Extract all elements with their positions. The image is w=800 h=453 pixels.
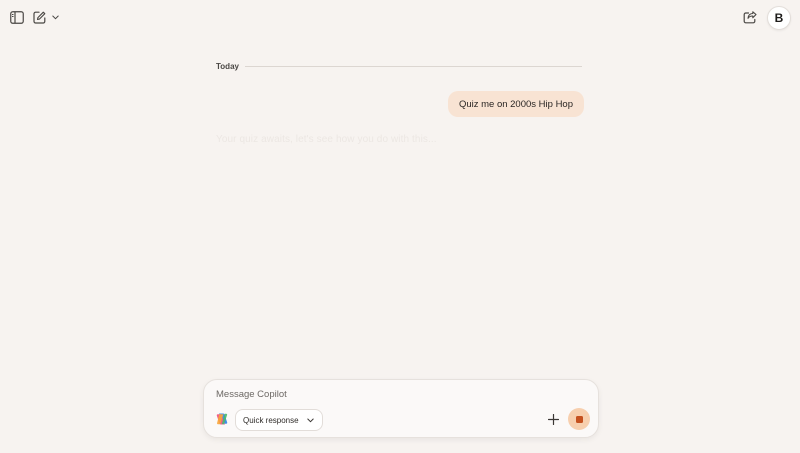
new-chat-compose-icon[interactable] (31, 9, 47, 25)
divider-line (244, 66, 582, 67)
response-mode-label: Quick response (243, 415, 299, 425)
copilot-logo-icon (215, 412, 229, 426)
add-attachment-plus-icon[interactable] (546, 412, 560, 426)
message-input[interactable] (214, 385, 592, 403)
assistant-streaming-response: Your quiz awaits, let's see how you do w… (216, 134, 437, 145)
share-icon[interactable] (742, 9, 758, 25)
new-chat-chevron-down-icon[interactable] (50, 11, 60, 23)
chevron-down-icon (306, 418, 314, 422)
copilot-app: B Today Quiz me on 2000s Hip Hop Your qu… (0, 0, 800, 453)
user-message-bubble: Quiz me on 2000s Hip Hop (447, 91, 584, 117)
user-avatar[interactable]: B (767, 6, 791, 30)
sidebar-toggle-icon[interactable] (9, 9, 25, 25)
avatar-initial: B (774, 11, 784, 25)
message-composer: Quick response (203, 379, 599, 438)
date-divider: Today (216, 62, 582, 71)
stop-generating-button[interactable] (568, 408, 590, 430)
date-label: Today (216, 62, 239, 71)
user-message-text: Quiz me on 2000s Hip Hop (458, 98, 573, 110)
stop-icon (575, 415, 583, 423)
response-mode-dropdown[interactable]: Quick response (235, 409, 323, 431)
